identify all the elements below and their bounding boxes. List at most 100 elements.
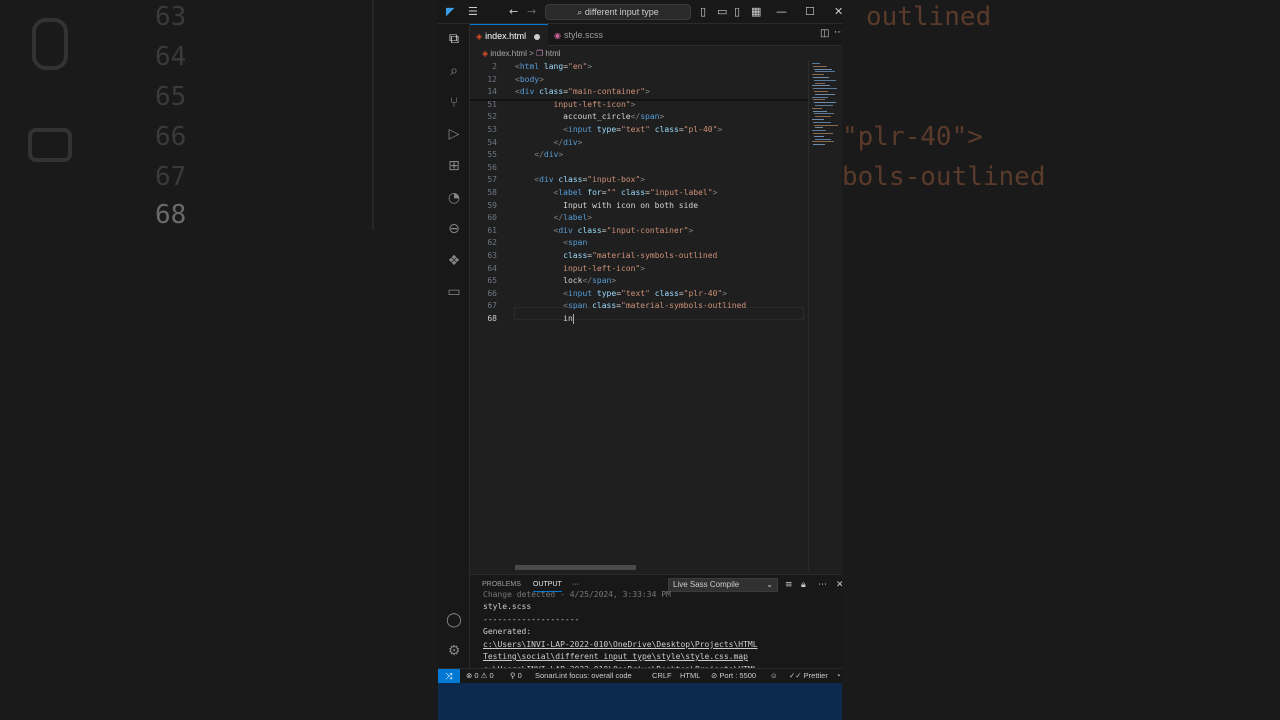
explorer-icon[interactable]: ⧉ <box>445 30 463 48</box>
line-number: 52 <box>487 112 497 122</box>
close-panel-icon[interactable]: ✕ <box>836 579 842 591</box>
bg-divider <box>372 0 374 230</box>
line-number: 58 <box>487 188 497 197</box>
breadcrumb-file[interactable]: index.html <box>490 49 526 58</box>
code-line[interactable]: 58 <label for="" class="input-label"> <box>470 187 808 200</box>
command-center-search[interactable]: ⌕ different input type <box>545 4 691 20</box>
live-server-status[interactable]: ⊘ Port : 5500 <box>711 669 756 683</box>
breadcrumb-symbol[interactable]: html <box>545 49 560 58</box>
prettier-status[interactable]: ✓✓ Prettier <box>789 669 828 683</box>
code-line[interactable]: 56 <box>470 162 808 175</box>
tab-style-scss[interactable]: ◉ style.scss <box>548 24 618 46</box>
line-number: 67 <box>487 301 497 311</box>
code-line[interactable]: 66 <input type="text" class="plr-40"> <box>470 288 808 301</box>
minimap-line <box>813 133 833 134</box>
ports-status[interactable]: ⚲ 0 <box>510 669 522 683</box>
minimize-icon[interactable]: — <box>776 5 787 19</box>
account-icon[interactable]: ◯ <box>445 611 463 629</box>
html-file-icon: ◈ <box>476 32 483 41</box>
toggle-sidebar-icon[interactable]: ▯ <box>700 5 706 19</box>
line-number: 12 <box>487 74 497 84</box>
line-code: </label> <box>553 213 593 223</box>
code-line[interactable]: 67 <span class="material-symbols-outline… <box>470 300 808 313</box>
problems-status[interactable]: ⊗ 0 ⚠ 0 <box>466 669 494 683</box>
code-line[interactable]: 54 </div> <box>470 137 808 150</box>
clear-output-icon[interactable]: ≡ <box>785 579 793 591</box>
output-link[interactable]: Testing\social\different input type\styl… <box>483 651 748 664</box>
code-line[interactable]: 2 <html lang="en"> <box>470 61 808 74</box>
panel-more-actions-icon[interactable]: ⋯ <box>818 579 827 591</box>
code-line[interactable]: 59 Input with icon on both side <box>470 200 808 213</box>
status-bar: ⤨ ⊗ 0 ⚠ 0 ⚲ 0 SonarLint focus: overall c… <box>438 668 842 684</box>
line-number: 65 <box>487 276 497 286</box>
forward-arrow-icon[interactable]: → <box>527 5 536 19</box>
horizontal-scrollbar[interactable] <box>515 565 636 570</box>
language-status[interactable]: HTML <box>680 669 700 683</box>
output-channel-select[interactable]: Live Sass Compile ⌄ <box>668 578 778 592</box>
timeline-icon[interactable]: ◔ <box>445 189 463 207</box>
more-actions-icon[interactable]: ⋯ <box>834 27 842 38</box>
eol-status[interactable]: CRLF <box>652 669 672 683</box>
minimap-line <box>813 121 831 123</box>
code-line[interactable]: 64 input-left-icon"> <box>470 263 808 276</box>
run-debug-icon[interactable]: ▷ <box>445 125 463 143</box>
scss-file-icon: ◉ <box>554 31 561 40</box>
line-code: lock</span> <box>515 276 617 286</box>
line-code: account_circle</span> <box>515 112 665 122</box>
settings-gear-icon[interactable]: ⚙ <box>445 642 463 660</box>
lock-icon[interactable]: 🔒︎ <box>801 579 806 591</box>
remote-indicator-icon[interactable]: ⤨ <box>438 669 460 684</box>
toggle-panel-icon[interactable]: ▭ <box>717 5 727 19</box>
copilot-icon[interactable]: ☺ <box>770 669 778 683</box>
line-code: <div class="main-container"> <box>515 87 650 97</box>
line-number: 54 <box>487 137 497 147</box>
code-line[interactable]: 68 in <box>470 313 808 326</box>
code-line[interactable]: 12 <body> <box>470 74 808 87</box>
bg-figma-icon <box>32 18 68 70</box>
code-line[interactable]: 57 <div class="input-box"> <box>470 174 808 187</box>
live-share-icon[interactable]: ⊖ <box>445 220 463 238</box>
minimap-line <box>813 88 837 90</box>
source-control-icon[interactable]: ⑂ <box>445 94 463 112</box>
line-code: <span class="material-symbols-outlined <box>563 301 747 311</box>
breadcrumb: ◈ index.html > ❐ html <box>470 47 842 61</box>
code-line[interactable]: 61 <div class="input-container"> <box>470 225 808 238</box>
remote-explorer-icon[interactable]: ▭ <box>445 283 463 301</box>
search-icon[interactable]: ⌕ <box>445 62 463 80</box>
tab-index-html[interactable]: ◈ index.html <box>470 24 548 46</box>
code-line[interactable]: 14 <div class="main-container"> <box>470 86 808 99</box>
close-icon[interactable]: ✕ <box>834 5 842 19</box>
split-editor-icon[interactable]: ◫ <box>820 28 829 39</box>
toggle-secondary-sidebar-icon[interactable]: ▯ <box>734 5 740 19</box>
minimap-line <box>812 74 824 76</box>
bg-remote-icon <box>28 128 72 162</box>
code-line[interactable]: 55 </div> <box>470 149 808 162</box>
code-line[interactable]: 52 account_circle</span> <box>470 111 808 124</box>
line-number: 63 <box>487 251 497 260</box>
sticky-scroll-divider <box>470 99 808 101</box>
menu-icon[interactable]: ☰ <box>468 5 478 19</box>
notifications-icon[interactable]: ◔ <box>836 669 841 683</box>
minimap-line <box>812 141 834 143</box>
code-line[interactable]: 62 <span <box>470 237 808 250</box>
back-arrow-icon[interactable]: ← <box>509 5 518 19</box>
minimap-line <box>814 113 834 115</box>
code-line[interactable]: 60 </label> <box>470 212 808 225</box>
minimap[interactable] <box>808 61 842 571</box>
line-code: input-left-icon"> <box>563 263 646 273</box>
maximize-icon[interactable]: ☐ <box>805 5 815 19</box>
minimap-line <box>814 91 828 92</box>
code-line[interactable]: 53 <input type="text" class="pl-40"> <box>470 124 808 137</box>
modified-dot-icon[interactable] <box>534 33 541 40</box>
code-line[interactable]: 65 lock</span> <box>470 275 808 288</box>
minimap-line <box>815 71 835 73</box>
minimap-line <box>812 119 824 120</box>
layout-icon[interactable]: ▦ <box>751 5 761 19</box>
line-number: 53 <box>487 125 497 134</box>
code-editor[interactable]: 2 <html lang="en"> 12 <body> 14 <div class="m… <box>470 61 808 571</box>
extensions-icon[interactable]: ⊞ <box>445 157 463 175</box>
figma-icon[interactable]: ❖ <box>445 252 463 270</box>
code-line[interactable]: 63 class="material-symbols-outlined <box>470 250 808 263</box>
output-link[interactable]: c:\Users\INVI-LAP-2022-010\OneDrive\Desk… <box>483 639 758 652</box>
sonarlint-status[interactable]: SonarLint focus: overall code <box>535 669 632 683</box>
